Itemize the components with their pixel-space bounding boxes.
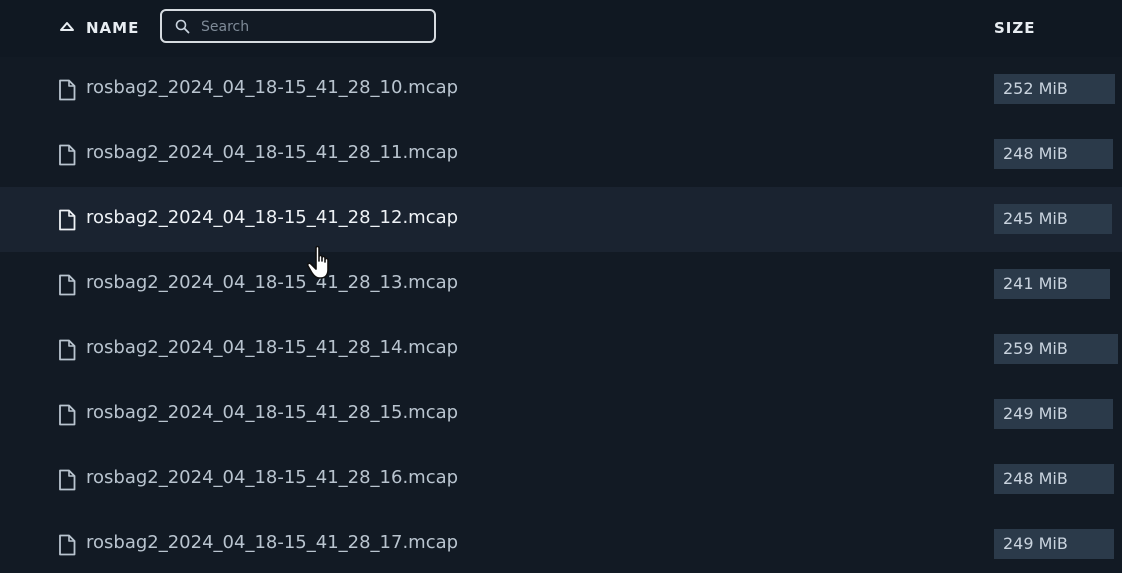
file-row[interactable]: rosbag2_2024_04_18-15_41_28_12.mcap 245 M… (0, 187, 1122, 252)
file-row[interactable]: rosbag2_2024_04_18-15_41_28_14.mcap 259 M… (0, 317, 1122, 382)
list-header: NAME SIZE (0, 0, 1122, 57)
file-icon (59, 339, 76, 361)
file-row[interactable]: rosbag2_2024_04_18-15_41_28_15.mcap 249 M… (0, 382, 1122, 447)
file-icon (59, 144, 76, 166)
file-size-badge: 249 MiB (994, 529, 1114, 559)
file-name[interactable]: rosbag2_2024_04_18-15_41_28_11.mcap (86, 142, 458, 163)
file-size-badge: 248 MiB (994, 464, 1114, 494)
file-size-badge: 259 MiB (994, 334, 1118, 364)
size-column-header[interactable]: SIZE (994, 19, 1036, 37)
file-icon (59, 469, 76, 491)
sort-ascending-icon[interactable] (59, 21, 75, 33)
file-browser: NAME SIZE rosbag2_2024_04_18-15_41_28_10… (0, 0, 1122, 573)
file-size-badge: 241 MiB (994, 269, 1110, 299)
file-row[interactable]: rosbag2_2024_04_18-15_41_28_10.mcap 252 M… (0, 57, 1122, 122)
file-name[interactable]: rosbag2_2024_04_18-15_41_28_13.mcap (86, 272, 458, 293)
file-size-badge: 249 MiB (994, 399, 1113, 429)
file-row[interactable]: rosbag2_2024_04_18-15_41_28_16.mcap 248 M… (0, 447, 1122, 512)
file-name[interactable]: rosbag2_2024_04_18-15_41_28_17.mcap (86, 532, 458, 553)
file-name[interactable]: rosbag2_2024_04_18-15_41_28_16.mcap (86, 467, 458, 488)
file-icon (59, 274, 76, 296)
file-icon (59, 404, 76, 426)
file-size-badge: 248 MiB (994, 139, 1113, 169)
file-name[interactable]: rosbag2_2024_04_18-15_41_28_12.mcap (86, 207, 458, 228)
file-name[interactable]: rosbag2_2024_04_18-15_41_28_15.mcap (86, 402, 458, 423)
search-icon (175, 19, 190, 34)
name-column-header[interactable]: NAME (86, 19, 139, 37)
file-name[interactable]: rosbag2_2024_04_18-15_41_28_14.mcap (86, 337, 458, 358)
file-row[interactable]: rosbag2_2024_04_18-15_41_28_11.mcap 248 M… (0, 122, 1122, 187)
search-box[interactable] (160, 9, 436, 43)
file-size-badge: 245 MiB (994, 204, 1112, 234)
file-row[interactable]: rosbag2_2024_04_18-15_41_28_13.mcap 241 M… (0, 252, 1122, 317)
hand-cursor-icon (307, 245, 329, 279)
search-input[interactable] (199, 15, 428, 39)
file-icon (59, 79, 76, 101)
file-row[interactable]: rosbag2_2024_04_18-15_41_28_17.mcap 249 M… (0, 512, 1122, 573)
file-icon (59, 534, 76, 556)
file-name[interactable]: rosbag2_2024_04_18-15_41_28_10.mcap (86, 77, 458, 98)
file-size-badge: 252 MiB (994, 74, 1115, 104)
file-icon (59, 209, 76, 231)
